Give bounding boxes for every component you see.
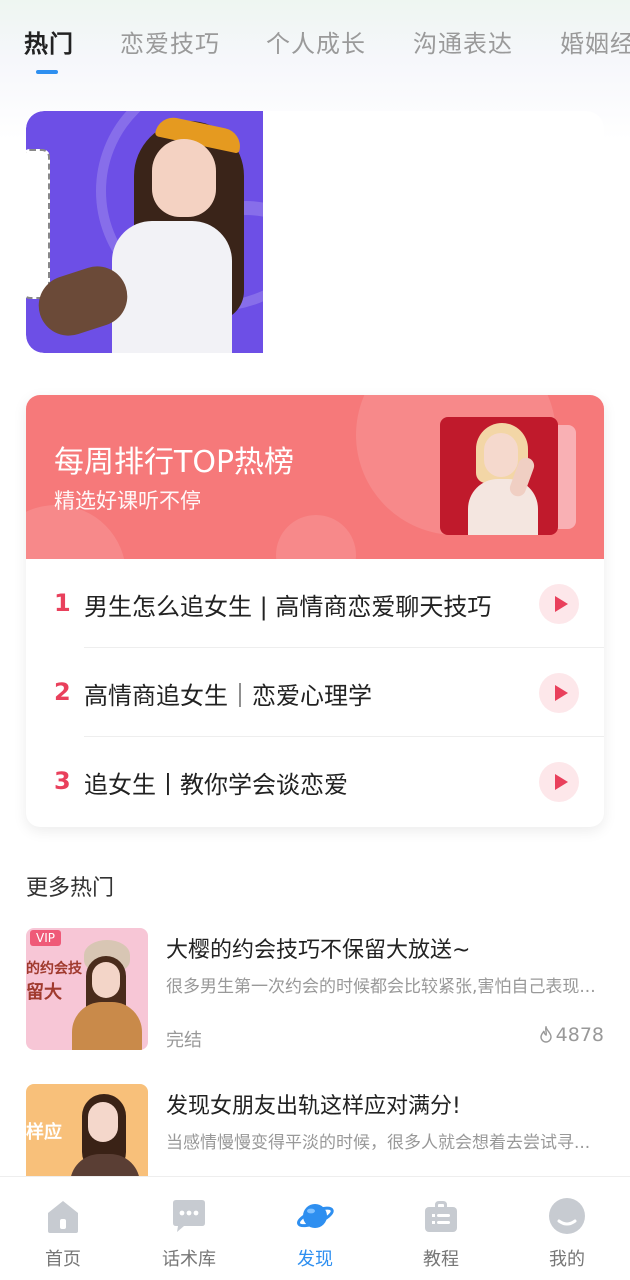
profile-icon xyxy=(549,1198,585,1234)
ranking-item[interactable]: 3 追女生丨教你学会谈恋爱 xyxy=(26,737,604,826)
ranking-item[interactable]: 1 男生怎么追女生 | 高情商恋爱聊天技巧 xyxy=(26,559,604,648)
course-description: 很多男生第一次约会的时候都会比较紧张,害怕自己表现... xyxy=(166,977,596,997)
category-tabs: 热门 恋爱技巧 个人成长 沟通表达 婚姻经 xyxy=(0,0,630,90)
course-item[interactable]: 的约会技 留大 VIP 大樱的约会技巧不保留大放送~ 很多男生第一次约会的时候都… xyxy=(26,928,604,1052)
nav-discover[interactable]: 发现 xyxy=(252,1177,378,1280)
rank-number: 3 xyxy=(54,767,71,795)
tab-personal-growth[interactable]: 个人成长 xyxy=(266,24,366,59)
ranking-header[interactable]: 每周排行TOP热榜 精选好课听不停 xyxy=(26,395,604,559)
nav-discover-label: 发现 xyxy=(297,1249,333,1270)
discover-page: 热门 恋爱技巧 个人成长 沟通表达 婚姻经 每周排行TOP热榜 精选好课听不停 xyxy=(0,0,630,1280)
view-count-value: 4878 xyxy=(555,1024,604,1046)
tab-love-skills[interactable]: 恋爱技巧 xyxy=(120,24,220,59)
vip-badge: VIP xyxy=(30,930,61,946)
course-title: 大樱的约会技巧不保留大放送~ xyxy=(166,938,471,963)
rank-number: 1 xyxy=(54,589,71,617)
play-icon[interactable] xyxy=(539,673,579,713)
nav-home[interactable]: 首页 xyxy=(0,1177,126,1280)
ranking-cover xyxy=(440,417,580,535)
nav-profile[interactable]: 我的 xyxy=(504,1177,630,1280)
course-description: 当感情慢慢变得平淡的时候，很多人就会想着去尝试寻... xyxy=(166,1133,591,1153)
nav-tutorial-label: 教程 xyxy=(423,1249,459,1270)
home-icon xyxy=(48,1201,78,1233)
rank-title: 高情商追女生｜恋爱心理学 xyxy=(84,682,372,710)
more-hot-title: 更多热门 xyxy=(26,876,115,901)
rank-title: 追女生丨教你学会谈恋爱 xyxy=(84,771,348,799)
nav-scripts-label: 话术库 xyxy=(162,1249,216,1270)
course-status: 完结 xyxy=(166,1030,202,1051)
rank-number: 2 xyxy=(54,678,71,706)
play-icon[interactable] xyxy=(539,584,579,624)
ranking-title: 每周排行TOP热榜 xyxy=(54,445,295,480)
rank-title: 男生怎么追女生 | 高情商恋爱聊天技巧 xyxy=(84,593,492,621)
briefcase-icon xyxy=(425,1201,457,1232)
ranking-item[interactable]: 2 高情商追女生｜恋爱心理学 xyxy=(26,648,604,737)
tab-communication[interactable]: 沟通表达 xyxy=(413,24,513,59)
course-title: 发现女朋友出轨这样应对满分! xyxy=(166,1094,461,1119)
nav-home-label: 首页 xyxy=(45,1249,81,1270)
view-count: 4878 xyxy=(539,1024,604,1046)
play-icon[interactable] xyxy=(539,762,579,802)
promo-banner[interactable] xyxy=(26,111,604,353)
nav-tutorial[interactable]: 教程 xyxy=(378,1177,504,1280)
tab-hot[interactable]: 热门 xyxy=(24,24,74,59)
course-thumbnail: 的约会技 留大 VIP xyxy=(26,928,148,1050)
weekly-ranking-card: 每周排行TOP热榜 精选好课听不停 1 男生怎么追女生 | 高情商恋爱聊天技巧 … xyxy=(26,395,604,827)
planet-icon xyxy=(297,1204,334,1228)
bottom-navigation: 首页 话术库 发现 教程 我的 xyxy=(0,1176,630,1280)
tab-marriage[interactable]: 婚姻经 xyxy=(560,24,630,59)
flame-icon xyxy=(539,1026,552,1043)
active-tab-indicator xyxy=(36,70,58,74)
chat-icon xyxy=(173,1200,205,1232)
nav-profile-label: 我的 xyxy=(549,1249,585,1270)
nav-scripts[interactable]: 话术库 xyxy=(126,1177,252,1280)
ranking-subtitle: 精选好课听不停 xyxy=(54,489,201,513)
banner-image xyxy=(26,111,263,353)
